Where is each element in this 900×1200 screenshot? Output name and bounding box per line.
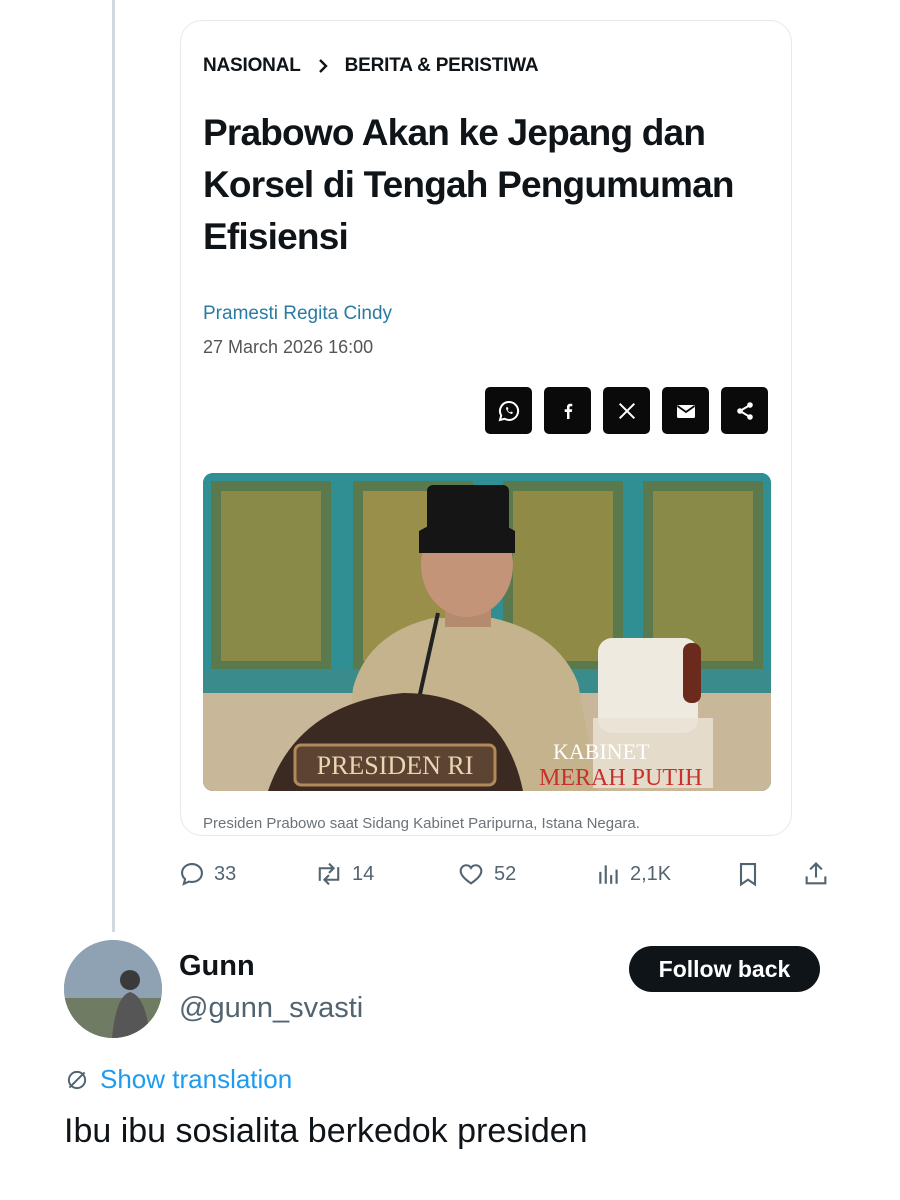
chevron-right-icon [315, 58, 331, 74]
breadcrumb: NASIONAL BERITA & PERISTIWA [203, 55, 539, 77]
breadcrumb-item-berita[interactable]: BERITA & PERISTIWA [345, 55, 539, 77]
repost-button[interactable]: 14 [314, 852, 374, 896]
tweet-actions: 33 14 52 2,1K [178, 852, 838, 896]
show-translation-label: Show translation [100, 1064, 293, 1094]
article-date: 27 March 2026 16:00 [203, 337, 374, 357]
views-button[interactable]: 2,1K [596, 852, 671, 896]
repost-icon [318, 862, 340, 886]
views-count: 2,1K [630, 862, 672, 885]
upload-icon [805, 862, 827, 885]
watermark-line2: MERAH PUTIH [539, 765, 702, 791]
share-icon[interactable] [721, 387, 768, 434]
follow-back-button[interactable]: Follow back [629, 946, 820, 992]
breadcrumb-item-nasional[interactable]: NASIONAL [203, 55, 301, 77]
show-translation-link[interactable]: Show translation [64, 1064, 292, 1095]
thread-line [112, 0, 115, 932]
article-photo[interactable]: PRESIDEN RI KABINET MERAH PUTIH [203, 473, 771, 791]
repost-count: 14 [352, 862, 375, 885]
reply-author-handle[interactable]: @gunn_svasti [179, 992, 363, 1025]
share-bar [485, 387, 768, 434]
watermark-line1: KABINET [553, 739, 650, 764]
like-count: 52 [494, 862, 517, 885]
bookmark-button[interactable] [734, 852, 762, 896]
share-tweet-button[interactable] [802, 852, 830, 896]
heart-icon [459, 864, 483, 885]
nameplate-text: PRESIDEN RI [317, 751, 474, 780]
like-button[interactable]: 52 [456, 852, 516, 896]
article-author[interactable]: Pramesti Regita Cindy [203, 303, 392, 325]
reply-icon [181, 863, 203, 886]
bookmark-icon [739, 863, 757, 887]
views-icon [599, 865, 618, 884]
whatsapp-icon[interactable] [485, 387, 532, 434]
reply-author-name[interactable]: Gunn [179, 950, 255, 983]
photo-caption: Presiden Prabowo saat Sidang Kabinet Par… [203, 815, 640, 832]
reply-text: Ibu ibu sosialita berkedok presiden [64, 1112, 588, 1150]
mail-icon[interactable] [662, 387, 709, 434]
translate-icon [67, 1070, 87, 1089]
article-headline[interactable]: Prabowo Akan ke Jepang dan Korsel di Ten… [203, 107, 773, 263]
reply-count: 33 [214, 862, 237, 885]
facebook-icon[interactable] [544, 387, 591, 434]
reply-button[interactable]: 33 [178, 852, 236, 896]
avatar[interactable] [64, 940, 162, 1038]
article-card[interactable]: NASIONAL BERITA & PERISTIWA Prabowo Akan… [180, 20, 792, 836]
x-icon[interactable] [603, 387, 650, 434]
